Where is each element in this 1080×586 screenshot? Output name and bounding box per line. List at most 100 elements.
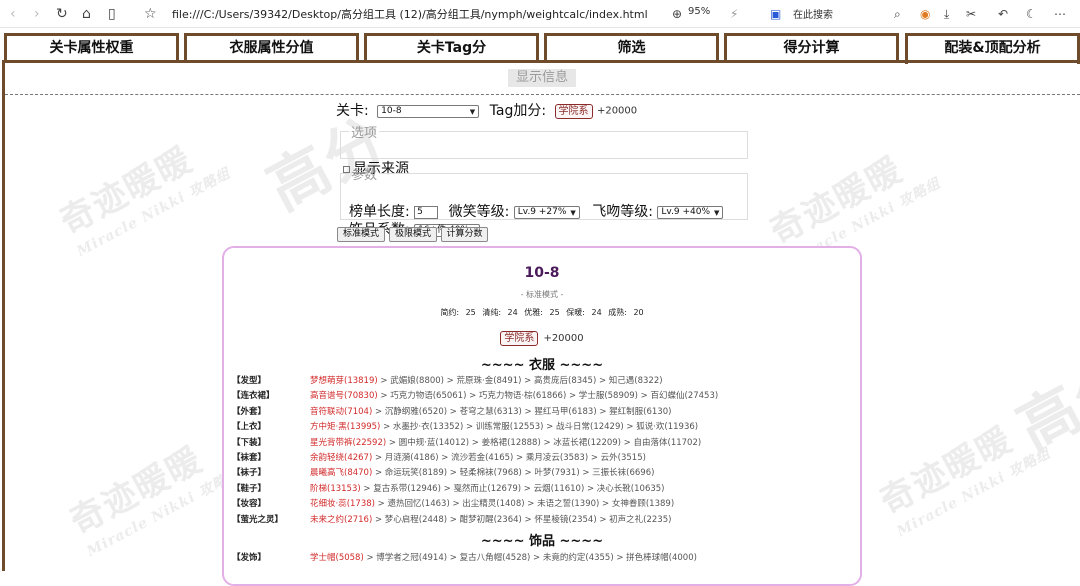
- other-items: > 巧克力物语(65061) > 巧克力物语·棕(61866) > 学士服(58…: [377, 391, 719, 402]
- download-icon[interactable]: ⤓: [944, 5, 949, 23]
- slot-label: 【妆容】: [232, 499, 267, 510]
- divider: [5, 94, 1080, 95]
- ranking-values: 余韵轻绕(4267) > 月涟漪(4186) > 流沙若金(4165) > 乘月…: [310, 452, 646, 464]
- star-icon[interactable]: ☆: [144, 5, 157, 23]
- params-fieldset: 参数 榜单长度: 5 微笑等级: Lv.9 +27% 飞吻等级: Lv.9 +4…: [340, 164, 748, 238]
- top-item[interactable]: 阶梯(13153): [310, 484, 361, 494]
- top-item[interactable]: 未来之约(2716): [310, 515, 372, 525]
- tab-level-tag[interactable]: 关卡Tag分: [364, 33, 539, 62]
- top-item[interactable]: 余韵轻绕(4267): [310, 453, 372, 463]
- other-items: > 月涟漪(4186) > 流沙若金(4165) > 乘月凌云(3583) > …: [372, 453, 646, 463]
- game-icon[interactable]: ◉: [920, 5, 930, 23]
- address-bar[interactable]: file:///C:/Users/39342/Desktop/高分组工具 (12…: [172, 6, 648, 22]
- kiss-level-select[interactable]: Lv.9 +40%: [657, 205, 724, 219]
- zoom-level: 95%: [688, 6, 711, 17]
- top-item[interactable]: 音符联动(7104): [310, 407, 372, 417]
- other-items: > 梦心启程(2448) > 酣梦初醒(2364) > 怀星棱镜(2354) >…: [372, 514, 672, 525]
- menu-icon[interactable]: ⋯: [1054, 5, 1066, 23]
- standard-mode-button[interactable]: 标准模式: [337, 227, 385, 242]
- zoom-icon[interactable]: ⊕: [672, 5, 682, 23]
- smile-level-select[interactable]: Lv.9 +27%: [513, 205, 580, 219]
- result-title: 10-8: [524, 265, 560, 281]
- top-item[interactable]: 梦想萌芽(13819): [310, 376, 378, 386]
- tab-filter[interactable]: 筛选: [544, 33, 719, 62]
- slot-label: 【袜子】: [232, 468, 267, 479]
- params-legend: 参数: [351, 168, 378, 183]
- list-length-input[interactable]: 5: [414, 205, 439, 219]
- ranking-values: 梦想萌芽(13819) > 武媚娘(8800) > 荒原珠·金(8491) > …: [310, 375, 663, 387]
- home-icon[interactable]: ⌂: [82, 5, 91, 23]
- undo-icon[interactable]: ↶: [998, 5, 1008, 23]
- search-engine-icon[interactable]: ▣: [770, 5, 781, 23]
- clothes-header: ~~~~ 衣服 ~~~~: [480, 358, 604, 373]
- slot-label: 【鞋子】: [232, 483, 267, 494]
- tab-bar: 关卡属性权重 衣服属性分值 关卡Tag分 筛选 得分计算 配装&顶配分析: [4, 33, 1080, 64]
- other-items: > 圆中规·蓝(14012) > 姜格裙(12888) > 冰蓝长裙(12209…: [386, 437, 702, 448]
- limit-mode-button[interactable]: 极限模式: [389, 227, 437, 242]
- tab-level-weights[interactable]: 关卡属性权重: [4, 33, 179, 62]
- tag-bonus-label: Tag加分:: [489, 103, 547, 119]
- back-icon[interactable]: ‹: [10, 5, 16, 23]
- slot-label: 【发型】: [232, 376, 267, 386]
- tag-bonus-value: +20000: [596, 105, 638, 117]
- slot-label: 【上衣】: [232, 422, 267, 433]
- reader-icon[interactable]: ▯: [108, 5, 116, 23]
- slot-label: 【袜套】: [232, 453, 267, 463]
- result-tag-chip: 学院系: [500, 331, 539, 346]
- other-items: > 武媚娘(8800) > 荒原珠·金(8491) > 高贵庞后(8345) >…: [377, 376, 663, 386]
- other-items: > 命运玩笑(8189) > 轻柔棉袜(7968) > 叶梦(7931) > 三…: [372, 468, 655, 479]
- ranking-values: 晨曦高飞(8470) > 命运玩笑(8189) > 轻柔棉袜(7968) > 叶…: [310, 467, 654, 479]
- ranking-values: 星光背带裤(22592) > 圆中规·蓝(14012) > 姜格裙(12888)…: [310, 437, 701, 449]
- top-item[interactable]: 方中矩·黑(13995): [310, 422, 380, 432]
- moon-icon[interactable]: ☾: [1026, 5, 1037, 23]
- result-tag: 学院系 +20000: [224, 328, 860, 347]
- ranking-values: 方中矩·黑(13995) > 水墨抄·衣(13352) > 训练常服(12553…: [310, 421, 698, 433]
- other-items: > 遗热回忆(1463) > 出尘精灵(1408) > 未语之誓(1390) >…: [374, 499, 675, 510]
- other-items: > 水墨抄·衣(13352) > 训练常服(12553) > 战斗日常(1242…: [380, 422, 699, 433]
- tab-clothes-scores[interactable]: 衣服属性分值: [184, 33, 359, 62]
- ranking-values: 学士帽(5058) > 博学者之冠(4914) > 复古八角帽(4528) > …: [310, 552, 697, 564]
- ranking-values: 未来之约(2716) > 梦心启程(2448) > 酣梦初醒(2364) > 怀…: [310, 514, 671, 526]
- lightning-icon[interactable]: ⚡: [730, 5, 738, 23]
- browser-toolbar: ‹ › ↻ ⌂ ▯ ☆ file:///C:/Users/39342/Deskt…: [0, 0, 1080, 28]
- scissors-icon[interactable]: ✂: [966, 5, 976, 23]
- slot-label: 【下装】: [232, 437, 267, 448]
- slot-label: 【外套】: [232, 406, 267, 417]
- level-select[interactable]: 10-8: [377, 104, 480, 118]
- other-items: > 博学者之冠(4914) > 复古八角帽(4528) > 未竟的约定(4355…: [363, 553, 697, 563]
- result-attributes: 简约: 25 清纯: 24 优雅: 25 保暖: 24 成熟: 20: [440, 308, 644, 317]
- refresh-icon[interactable]: ↻: [56, 5, 68, 23]
- ranking-values: 高音谱号(70830) > 巧克力物语(65061) > 巧克力物语·棕(618…: [310, 390, 718, 402]
- slot-label: 【连衣裙】: [232, 391, 275, 402]
- ranking-values: 音符联动(7104) > 沉静纲雅(6520) > 苍穹之慧(6313) > 猩…: [310, 406, 671, 418]
- result-mode: - 标准模式 -: [520, 290, 564, 299]
- top-item[interactable]: 晨曦高飞(8470): [310, 468, 372, 478]
- result-tag-bonus: +20000: [543, 333, 584, 344]
- slot-label: 【发饰】: [232, 553, 267, 563]
- top-item[interactable]: 学士帽(5058): [310, 553, 364, 563]
- options-legend: 选项: [351, 126, 378, 141]
- options-fieldset: 选项 显示来源: [340, 122, 748, 177]
- smile-level-label: 微笑等级:: [448, 204, 510, 220]
- list-length-label: 榜单长度:: [349, 204, 410, 220]
- level-row: 关卡: 10-8 Tag加分: 学院系 +20000: [336, 100, 637, 120]
- tab-score-calc[interactable]: 得分计算: [724, 33, 899, 62]
- accessories-header: ~~~~ 饰品 ~~~~: [480, 534, 604, 549]
- forward-icon[interactable]: ›: [34, 5, 40, 23]
- show-info-button[interactable]: 显示信息: [508, 69, 576, 87]
- top-item[interactable]: 星光背带裤(22592): [310, 438, 386, 448]
- other-items: > 沉静纲雅(6520) > 苍穹之慧(6313) > 猩红马甲(6183) >…: [372, 406, 672, 417]
- other-items: > 复古系带(12946) > 戛然而止(12679) > 云烟(11610) …: [360, 483, 665, 494]
- slot-label: 【萤光之灵】: [232, 514, 284, 525]
- calculate-button[interactable]: 计算分数: [441, 227, 488, 242]
- tag-chip[interactable]: 学院系: [554, 103, 593, 119]
- level-label: 关卡:: [336, 103, 369, 119]
- search-box[interactable]: 在此搜索: [793, 6, 833, 21]
- top-item[interactable]: 高音谱号(70830): [310, 391, 378, 401]
- ranking-values: 花细妆·蕊(1738) > 遗热回忆(1463) > 出尘精灵(1408) > …: [310, 498, 674, 510]
- ranking-values: 阶梯(13153) > 复古系带(12946) > 戛然而止(12679) > …: [310, 483, 664, 495]
- top-item[interactable]: 花细妆·蕊(1738): [310, 499, 375, 509]
- result-card: 10-8 - 标准模式 - 简约: 25 清纯: 24 优雅: 25 保暖: 2…: [222, 246, 862, 586]
- search-icon[interactable]: ⌕: [894, 5, 901, 23]
- kiss-level-label: 飞吻等级:: [592, 204, 653, 220]
